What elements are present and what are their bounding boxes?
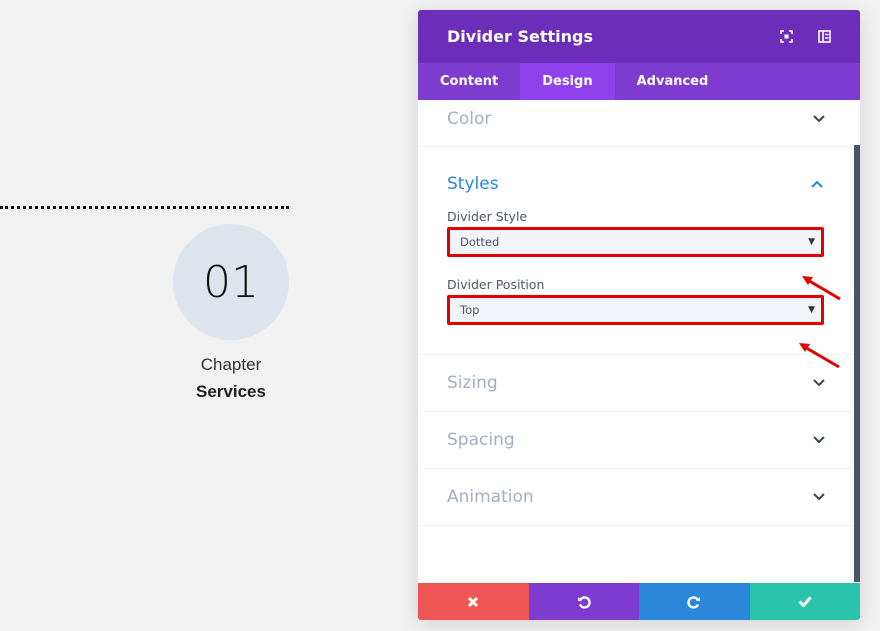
panel-body: Color Styles Divider Style Dotted ▼ Divi…: [418, 100, 860, 582]
panel-footer: [418, 583, 860, 620]
section-title: Styles: [447, 174, 499, 194]
section-animation[interactable]: Animation: [418, 469, 860, 526]
tab-advanced[interactable]: Advanced: [615, 63, 731, 100]
tab-bar: Content Design Advanced: [418, 63, 860, 100]
settings-panel: Divider Settings Content Design Advanced…: [418, 10, 860, 620]
redo-button[interactable]: [639, 583, 750, 620]
chevron-down-icon: [813, 493, 825, 501]
check-icon: [798, 596, 812, 607]
divider-style-value: Dotted: [460, 235, 500, 249]
tab-content[interactable]: Content: [418, 63, 520, 100]
chevron-down-icon: [813, 115, 825, 123]
chapter-title: Services: [196, 382, 266, 401]
chevron-up-icon: [811, 180, 823, 188]
dotted-divider: [0, 206, 289, 209]
discard-button[interactable]: [418, 583, 529, 620]
section-title: Color: [447, 109, 492, 129]
close-icon: [468, 596, 479, 607]
panel-header[interactable]: Divider Settings: [418, 10, 860, 63]
scrollbar[interactable]: [854, 145, 860, 582]
section-styles: Styles Divider Style Dotted ▼ Divider Po…: [418, 147, 860, 355]
chevron-down-icon: [813, 379, 825, 387]
panel-title: Divider Settings: [447, 27, 593, 46]
section-styles-header[interactable]: Styles: [447, 169, 824, 199]
tab-design[interactable]: Design: [520, 63, 615, 100]
dropdown-arrow-icon: ▼: [808, 305, 815, 315]
section-sizing[interactable]: Sizing: [418, 355, 860, 412]
chapter-label: Chapter: [200, 355, 262, 374]
number-circle: 01: [173, 224, 289, 340]
save-button[interactable]: [749, 583, 860, 620]
redo-icon: [687, 595, 701, 609]
section-title: Animation: [447, 487, 534, 507]
divider-style-label: Divider Style: [447, 209, 528, 224]
section-title: Spacing: [447, 430, 515, 450]
undo-icon: [577, 595, 591, 609]
section-title: Sizing: [447, 373, 498, 393]
section-color[interactable]: Color: [418, 100, 860, 147]
annotation-arrow: [799, 343, 840, 369]
section-spacing[interactable]: Spacing: [418, 412, 860, 469]
divider-position-value: Top: [460, 303, 480, 317]
undo-button[interactable]: [528, 583, 639, 620]
dropdown-arrow-icon: ▼: [808, 237, 815, 247]
divider-position-select[interactable]: Top ▼: [447, 295, 824, 325]
sidebar-layout-icon[interactable]: [816, 29, 832, 45]
fullscreen-icon[interactable]: [778, 29, 794, 45]
number-text: 01: [203, 256, 259, 308]
divider-position-label: Divider Position: [447, 277, 545, 292]
annotation-arrow: [802, 276, 841, 301]
divider-style-select[interactable]: Dotted ▼: [447, 227, 824, 257]
chevron-down-icon: [813, 436, 825, 444]
